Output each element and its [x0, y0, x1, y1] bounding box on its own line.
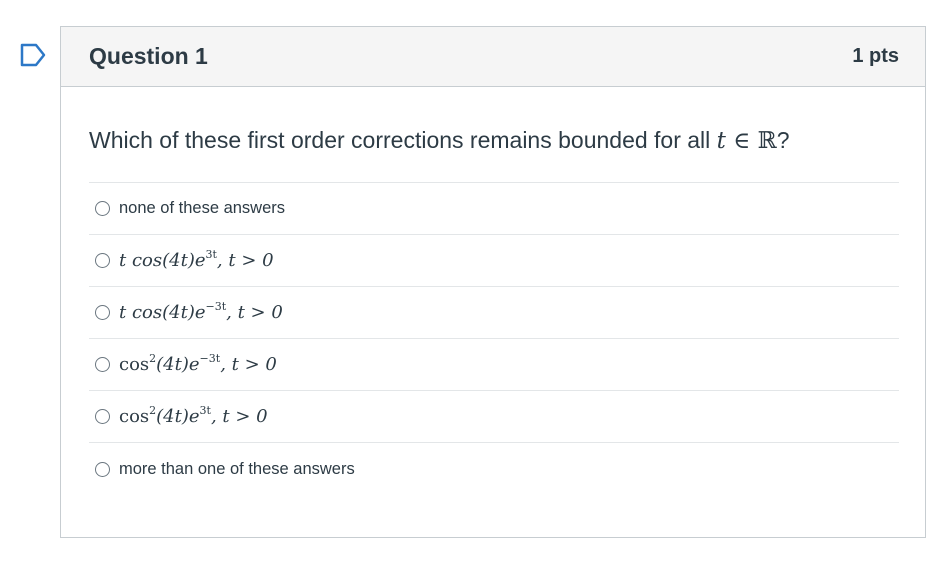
answer-math-fn: t cos(4t)e — [119, 302, 206, 323]
answer-math-fn2: (4t)e — [156, 406, 200, 427]
answer-list: none of these answers t cos(4t)e3t, t > … — [89, 182, 899, 495]
question-points: 1 pts — [852, 45, 899, 67]
answer-math: t cos(4t)e−3t, t > 0 — [119, 300, 283, 323]
answer-option[interactable]: t cos(4t)e−3t, t > 0 — [89, 287, 899, 339]
answer-math: cos2(4t)e−3t, t > 0 — [119, 352, 277, 375]
answer-math-fn: cos — [119, 354, 150, 375]
question-prompt: Which of these first order corrections r… — [89, 127, 899, 154]
radio-button-icon[interactable] — [95, 201, 110, 216]
question-body: Which of these first order corrections r… — [61, 87, 925, 495]
radio-button-icon[interactable] — [95, 409, 110, 424]
answer-math: t cos(4t)e3t, t > 0 — [119, 248, 274, 271]
answer-math-exp: −3t — [199, 352, 221, 365]
radio-button-icon[interactable] — [95, 461, 110, 477]
question-prompt-text: Which of these first order corrections r… — [89, 127, 717, 153]
answer-math-fn: cos — [119, 406, 150, 427]
prompt-suffix: ? — [776, 127, 790, 153]
quiz-page: Question 1 1 pts Which of these first or… — [0, 0, 945, 573]
flag-question-icon[interactable] — [20, 43, 46, 67]
prompt-math-rel: ∈ — [725, 128, 758, 154]
question-card: Question 1 1 pts Which of these first or… — [60, 26, 926, 538]
answer-math-exp: −3t — [205, 300, 227, 313]
answer-option[interactable]: cos2(4t)e3t, t > 0 — [89, 391, 899, 443]
answer-option[interactable]: cos2(4t)e−3t, t > 0 — [89, 339, 899, 391]
answer-math-exp: 3t — [205, 248, 217, 261]
answer-math-fn2: (4t)e — [156, 354, 200, 375]
answer-math-exp: 3t — [199, 404, 211, 417]
question-title: Question 1 — [89, 43, 208, 69]
prompt-math-var: t — [716, 128, 726, 154]
radio-button-icon[interactable] — [95, 305, 110, 320]
prompt-math-set: ℝ — [757, 128, 777, 154]
answer-option[interactable]: more than one of these answers — [89, 443, 899, 495]
answer-option[interactable]: none of these answers — [89, 183, 899, 235]
answer-math-cond: , t > 0 — [216, 250, 274, 271]
answer-math: cos2(4t)e3t, t > 0 — [119, 404, 268, 427]
radio-button-icon[interactable] — [95, 253, 110, 268]
answer-math-fn: t cos(4t)e — [119, 250, 206, 271]
radio-button-icon[interactable] — [95, 357, 110, 372]
answer-label: none of these answers — [119, 199, 286, 217]
answer-math-cond: , t > 0 — [210, 406, 268, 427]
answer-option[interactable]: t cos(4t)e3t, t > 0 — [89, 235, 899, 287]
question-header: Question 1 1 pts — [61, 27, 925, 87]
answer-math-cond: , t > 0 — [226, 302, 283, 323]
answer-math-cond: , t > 0 — [220, 354, 277, 375]
answer-label: more than one of these answers — [119, 459, 355, 478]
